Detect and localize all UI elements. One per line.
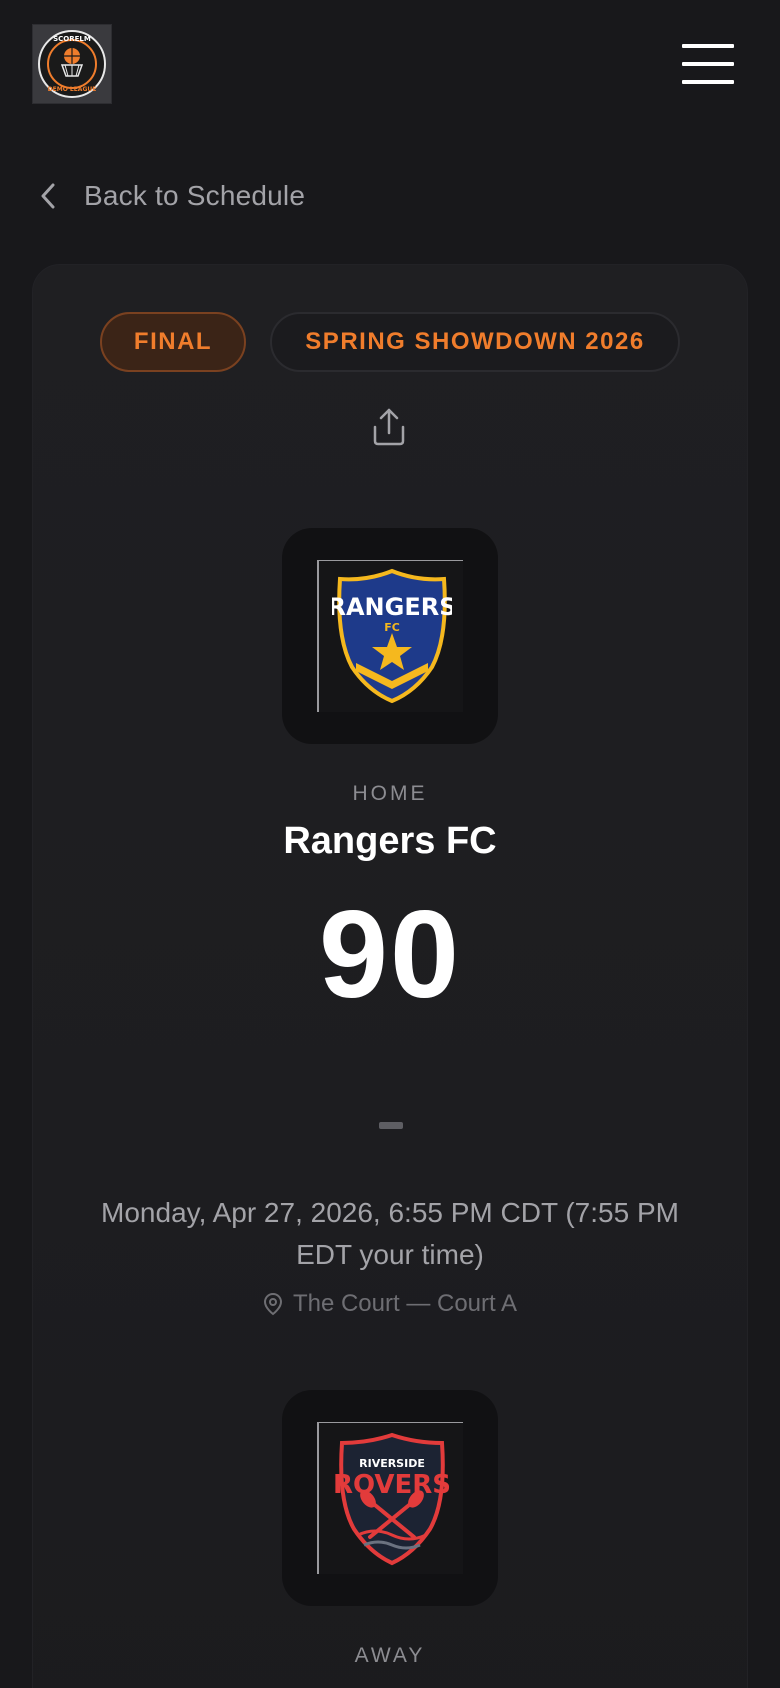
basketball-logo-icon: SCORELM DEMO LEAGUE <box>38 30 106 98</box>
status-badge: FINAL <box>100 312 246 372</box>
game-datetime: Monday, Apr 27, 2026, 6:55 PM CDT (7:55 … <box>101 1197 679 1270</box>
chevron-left-icon <box>41 183 55 209</box>
map-pin-icon <box>263 1292 282 1316</box>
away-label: AWAY <box>354 1644 426 1667</box>
league-logo[interactable]: SCORELM DEMO LEAGUE <box>32 24 112 104</box>
home-score: 90 <box>319 886 461 1024</box>
share-icon <box>373 408 405 446</box>
home-team-logo[interactable]: RANGERS FC <box>282 528 498 744</box>
game-detail-page: SCORELM DEMO LEAGUE Back to Schedule FIN… <box>0 0 780 1688</box>
event-badge[interactable]: SPRING SHOWDOWN 2026 <box>270 312 680 372</box>
top-header: SCORELM DEMO LEAGUE <box>0 0 780 130</box>
away-logo-frame: RIVERSIDE ROVERS <box>317 1422 463 1574</box>
rovers-logo-text-top: RIVERSIDE <box>359 1457 425 1470</box>
home-label: HOME <box>352 782 428 805</box>
rovers-shield-icon: RIVERSIDE ROVERS <box>333 1432 451 1566</box>
venue: The Court — Court A <box>0 1290 780 1318</box>
rangers-logo-text: RANGERS <box>332 593 452 621</box>
score-separator <box>379 1122 403 1129</box>
rangers-shield-icon: RANGERS FC <box>332 568 452 704</box>
back-label: Back to Schedule <box>84 180 306 211</box>
share-button[interactable] <box>366 404 412 450</box>
rangers-logo-subtext: FC <box>384 621 400 634</box>
back-to-schedule-link[interactable]: Back to Schedule <box>40 174 305 218</box>
venue-label: The Court — Court A <box>292 1290 518 1317</box>
rovers-logo-text: ROVERS <box>333 1470 451 1500</box>
home-team-name[interactable]: Rangers FC <box>0 820 780 863</box>
logo-text-bottom: DEMO LEAGUE <box>48 86 97 93</box>
logo-text-top: SCORELM <box>53 35 91 43</box>
home-logo-frame: RANGERS FC <box>317 560 463 712</box>
away-team-logo[interactable]: RIVERSIDE ROVERS <box>282 1390 498 1606</box>
hamburger-menu-icon[interactable] <box>682 44 734 84</box>
